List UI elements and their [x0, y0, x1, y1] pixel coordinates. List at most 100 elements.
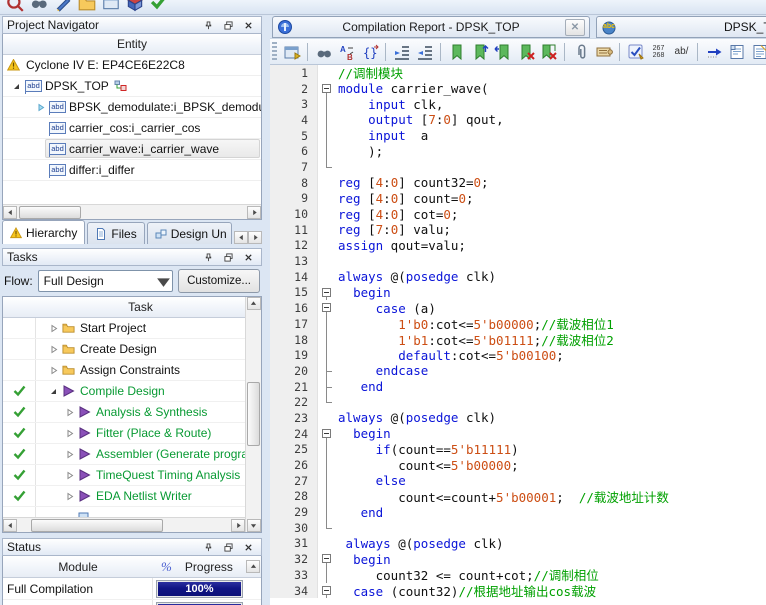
hscroll-thumb[interactable] — [19, 206, 81, 219]
edit-icon[interactable] — [54, 0, 72, 12]
task-row[interactable]: Analysis & Synthesis — [3, 402, 245, 423]
fold-toggle-icon[interactable] — [318, 81, 335, 97]
code-line[interactable]: 34 case (count32)//根据地址输出cos载波 — [270, 583, 766, 599]
spellcheck-icon[interactable] — [625, 41, 646, 62]
macro-icon[interactable] — [593, 41, 614, 62]
scroll-right-icon[interactable] — [247, 206, 261, 219]
code-line[interactable]: 4 output [7:0] qout, — [270, 112, 766, 128]
code-line[interactable]: 10reg [4:0] cot=0; — [270, 206, 766, 222]
tab-files[interactable]: Files — [87, 222, 144, 244]
brace-icon[interactable]: {} — [359, 41, 380, 62]
code-line[interactable]: 19 default:cot<=5'b00100; — [270, 347, 766, 363]
code-line[interactable]: 21 end — [270, 379, 766, 395]
code-line[interactable]: 3 input clk, — [270, 96, 766, 112]
pin-icon[interactable] — [200, 18, 217, 33]
tab-hierarchy[interactable]: Hierarchy — [2, 220, 85, 244]
indent-icon[interactable] — [391, 41, 412, 62]
customize-button[interactable]: Customize... — [178, 269, 260, 293]
bookmark-prev-icon[interactable] — [492, 41, 513, 62]
expander-icon[interactable] — [46, 345, 60, 354]
entity-tree-row[interactable]: abdcarrier_cos:i_carrier_cos — [3, 118, 261, 139]
open-in-main-icon[interactable] — [281, 41, 302, 62]
scroll-up-icon[interactable] — [247, 297, 261, 310]
status-titlebar[interactable]: Status — [2, 538, 262, 556]
check-icon[interactable] — [150, 0, 168, 12]
flow-select[interactable]: Full Design — [38, 270, 173, 292]
pin-icon[interactable] — [200, 250, 217, 265]
expander-icon[interactable] — [62, 492, 76, 501]
float-icon[interactable] — [220, 540, 237, 555]
task-row[interactable]: Start Project — [3, 318, 245, 339]
toolbar-grip[interactable] — [272, 42, 277, 62]
scroll-right-icon[interactable] — [231, 519, 245, 532]
open-project-icon[interactable] — [78, 0, 96, 12]
code-line[interactable]: 23always @(posedge clk) — [270, 410, 766, 426]
scroll-left-icon[interactable] — [3, 519, 17, 532]
goto-icon[interactable] — [703, 41, 724, 62]
task-row[interactable]: Compile Design — [3, 381, 245, 402]
scroll-down-icon[interactable] — [247, 519, 261, 532]
pin-icon[interactable] — [200, 540, 217, 555]
entity-tree-row[interactable]: abdBPSK_demodulate:i_BPSK_demodulate — [3, 97, 261, 118]
task-row[interactable]: Create Design — [3, 339, 245, 360]
code-line[interactable]: 26 count<=5'b00000; — [270, 457, 766, 473]
fold-toggle-icon[interactable] — [318, 583, 335, 599]
code-line[interactable]: 24 begin — [270, 426, 766, 442]
bookmark-icon[interactable] — [446, 41, 467, 62]
expander-icon[interactable] — [9, 82, 23, 91]
scroll-up-icon[interactable] — [246, 560, 260, 573]
float-icon[interactable] — [220, 18, 237, 33]
code-editor[interactable]: 1//调制模块2module carrier_wave(3 input clk,… — [270, 65, 766, 605]
expander-icon[interactable] — [62, 450, 76, 459]
close-icon[interactable] — [240, 540, 257, 555]
fold-toggle-icon[interactable] — [318, 285, 335, 301]
code-line[interactable]: 2module carrier_wave( — [270, 81, 766, 97]
entity-tree-row[interactable]: Cyclone IV E: EP4CE6E22C8 — [3, 55, 261, 76]
expander-icon[interactable] — [46, 366, 60, 375]
code-line[interactable]: 1//调制模块 — [270, 65, 766, 81]
scroll-left-icon[interactable] — [3, 206, 17, 219]
vscroll-thumb[interactable] — [247, 382, 260, 446]
find-icon[interactable] — [30, 0, 48, 12]
code-line[interactable]: 8reg [4:0] count32=0; — [270, 175, 766, 191]
tab-design-un[interactable]: Design Un — [147, 222, 232, 244]
hscroll-thumb[interactable] — [31, 519, 163, 532]
line-numbers-icon[interactable]: 267268 — [648, 41, 669, 62]
task-row[interactable] — [3, 507, 245, 517]
doc-a-icon[interactable] — [726, 41, 747, 62]
entity-tree-row[interactable]: abddiffer:i_differ — [3, 160, 261, 181]
tasks-vscrollbar[interactable] — [245, 297, 261, 532]
bookmark-delete-all-icon[interactable] — [538, 41, 559, 62]
entity-tree-row[interactable]: abdDPSK_TOP — [3, 76, 261, 97]
project-navigator-titlebar[interactable]: Project Navigator — [2, 16, 262, 34]
comment-icon[interactable]: ab/ — [671, 41, 692, 62]
code-line[interactable]: 30 — [270, 520, 766, 536]
compile-cube-icon[interactable] — [126, 0, 144, 12]
fold-toggle-icon[interactable] — [318, 426, 335, 442]
expander-icon[interactable] — [46, 324, 60, 333]
tasks-titlebar[interactable]: Tasks — [2, 248, 262, 266]
float-icon[interactable] — [220, 250, 237, 265]
code-line[interactable]: 13 — [270, 253, 766, 269]
bookmark-delete-icon[interactable] — [515, 41, 536, 62]
task-row[interactable]: TimeQuest Timing Analysis — [3, 465, 245, 486]
code-line[interactable]: 14always @(posedge clk) — [270, 269, 766, 285]
expander-icon[interactable] — [46, 387, 60, 396]
code-line[interactable]: 6 ); — [270, 143, 766, 159]
expander-icon[interactable] — [62, 429, 76, 438]
code-line[interactable]: 31 always @(posedge clk) — [270, 536, 766, 552]
expander-icon[interactable] — [33, 103, 47, 112]
tabs-scroll-left-icon[interactable] — [234, 231, 248, 244]
code-line[interactable]: 11reg [7:0] valu; — [270, 222, 766, 238]
entity-tree-row[interactable]: abdcarrier_wave:i_carrier_wave — [3, 139, 261, 160]
window-icon[interactable] — [102, 0, 120, 12]
tasks-hscrollbar[interactable] — [3, 517, 245, 532]
tabs-scroll-right-icon[interactable] — [248, 231, 262, 244]
fold-toggle-icon[interactable] — [318, 551, 335, 567]
code-line[interactable]: 9reg [4:0] count=0; — [270, 191, 766, 207]
replace-icon[interactable]: AB — [336, 41, 357, 62]
fold-toggle-icon[interactable] — [318, 300, 335, 316]
code-line[interactable]: 15 begin — [270, 285, 766, 301]
navigator-hscrollbar[interactable] — [3, 204, 261, 219]
doc-b-icon[interactable] — [749, 41, 766, 62]
